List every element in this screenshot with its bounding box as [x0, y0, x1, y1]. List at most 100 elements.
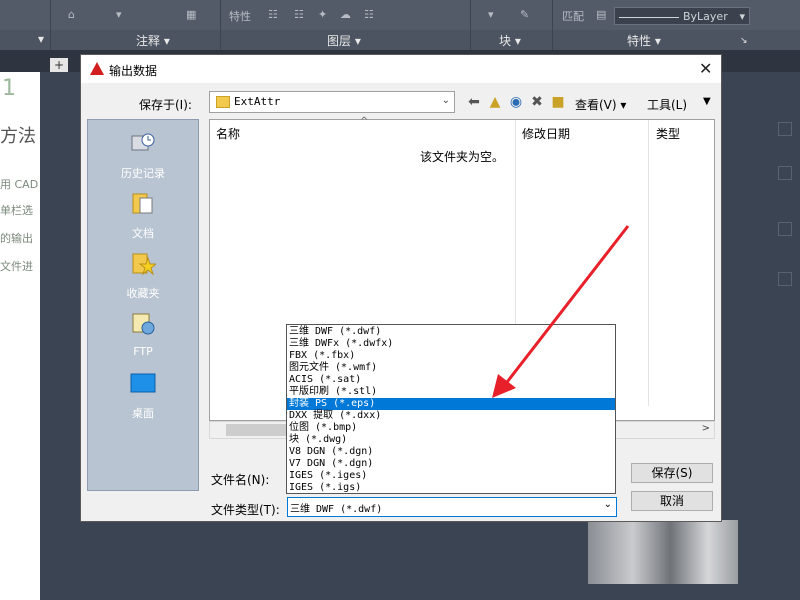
file-type-option[interactable]: 三维 DWFx (*.dwfx) — [287, 338, 615, 350]
place-favorites[interactable]: 收藏夹 — [88, 246, 198, 302]
background-document: 1 方法 用 CAD 单栏选 的输出 文件进 — [0, 72, 40, 600]
panel-mark — [778, 272, 792, 286]
delete-icon[interactable]: ✖ — [528, 93, 546, 111]
back-arrow-icon[interactable]: ⬅ — [465, 93, 483, 111]
panel-divider — [552, 0, 553, 50]
panel-layers[interactable]: 图层 ▾ — [327, 32, 361, 49]
layer-tool-icon[interactable]: ☷ — [268, 8, 278, 21]
folder-icon — [216, 96, 230, 108]
panel-launcher-icon[interactable]: ↘ — [740, 36, 748, 46]
file-type-option[interactable]: 三维 DWF (*.dwf) — [287, 326, 615, 338]
file-type-option[interactable]: V7 DGN (*.dgn) — [287, 458, 615, 470]
ribbon-top-label-0: 特性 — [229, 10, 251, 23]
doc-heading: 1 — [2, 76, 16, 101]
grid-icon[interactable]: ▦ — [186, 8, 196, 21]
file-type-dropdown-list: 三维 DWF (*.dwf) 三维 DWFx (*.dwfx) FBX (*.f… — [286, 324, 616, 494]
file-type-option[interactable]: FBX (*.fbx) — [287, 350, 615, 362]
column-header-type[interactable]: 类型 — [656, 125, 680, 142]
autocad-app-icon — [90, 62, 104, 75]
column-header-modified[interactable]: 修改日期 — [522, 125, 570, 142]
cancel-button[interactable]: 取消 — [631, 491, 713, 511]
close-icon[interactable]: ✕ — [699, 59, 712, 78]
look-in-label: 保存于(I): — [139, 98, 192, 112]
file-type-option[interactable]: V8 DGN (*.dgn) — [287, 446, 615, 458]
file-type-option[interactable]: 平版印刷 (*.stl) — [287, 386, 615, 398]
ribbon-dropdown-icon[interactable]: ▾ — [488, 8, 494, 21]
panel-layers-label: 图层 — [327, 34, 352, 48]
new-tab-button[interactable]: + — [50, 58, 68, 72]
places-bar: 历史记录 文档 收藏夹 FTP 桌面 — [87, 119, 199, 491]
file-type-option[interactable]: IGES (*.iges) — [287, 470, 615, 482]
scroll-right-icon[interactable]: > — [702, 423, 710, 434]
ribbon-top-label-1[interactable]: 匹配 — [562, 8, 584, 24]
right-panel-strip — [772, 72, 800, 600]
doc-line: 的输出 — [0, 232, 33, 245]
file-type-option[interactable]: 图元文件 (*.wmf) — [287, 362, 615, 374]
place-desktop[interactable]: 桌面 — [88, 366, 198, 422]
new-folder-icon[interactable]: ■ — [549, 93, 567, 111]
chevron-down-icon: ⌄ — [441, 95, 450, 106]
save-button[interactable]: 保存(S) — [631, 463, 713, 483]
layer-tool-icon[interactable]: ☷ — [364, 8, 374, 21]
file-type-option[interactable]: 位图 (*.bmp) — [287, 422, 615, 434]
chevron-down-icon: ▾ — [739, 10, 745, 23]
file-type-option[interactable]: 块 (*.dwg) — [287, 434, 615, 446]
block-tool-icon[interactable]: ✎ — [520, 8, 529, 21]
ribbon: ⌂ ▾ ▦ 特性 ☷ ☷ ✦ ☁ ☷ ▾ ✎ 匹配 ▤ ByLayer ▾ ▾ … — [0, 0, 800, 50]
scrollbar-thumb[interactable] — [226, 424, 286, 436]
panel-annotation[interactable]: 注释 ▾ — [136, 32, 170, 49]
column-header-name[interactable]: 名称 — [216, 125, 240, 142]
tools-menu[interactable]: 工具(L) — [647, 96, 687, 113]
doc-line: 用 CAD — [0, 178, 39, 191]
file-type-value: 三维 DWF (*.dwf) — [290, 504, 383, 515]
look-in-value: ExtAttr — [234, 95, 281, 108]
ftp-icon — [132, 313, 155, 335]
file-type-combo[interactable]: 三维 DWF (*.dwf) ⌄ — [287, 497, 617, 517]
search-web-icon[interactable]: ◉ — [507, 93, 525, 111]
linetype-line-icon — [619, 16, 679, 18]
look-in-combo[interactable]: ExtAttr ⌄ — [209, 91, 455, 113]
panel-block-label: 块 — [499, 34, 512, 48]
up-folder-icon[interactable]: ▲ — [486, 93, 504, 111]
layer-tool-icon[interactable]: ☷ — [294, 8, 304, 21]
panel-block[interactable]: 块 ▾ — [499, 32, 521, 49]
panel-divider — [470, 0, 471, 50]
doc-line: 单栏选 — [0, 204, 33, 217]
panel-mark — [778, 166, 792, 180]
panel-properties-label: 特性 — [627, 34, 652, 48]
views-menu[interactable]: 查看(V) ▾ — [575, 96, 626, 113]
file-type-label: 文件类型(T): — [211, 503, 280, 517]
place-label: 桌面 — [132, 407, 154, 420]
chevron-down-icon: ⌄ — [603, 499, 612, 510]
favorites-icon — [132, 253, 158, 276]
properties-grid-icon[interactable]: ▤ — [596, 8, 606, 21]
linetype-combo[interactable]: ByLayer ▾ — [614, 7, 750, 25]
panel-properties[interactable]: 特性 ▾ — [627, 32, 661, 49]
panel-mark — [778, 222, 792, 236]
file-type-option[interactable]: IGES (*.igs) — [287, 482, 615, 494]
place-history[interactable]: 历史记录 — [88, 126, 198, 182]
column-divider[interactable] — [648, 120, 649, 406]
panel-arrow-icon: ▾ — [38, 32, 45, 46]
layer-tool-icon[interactable]: ☁ — [340, 8, 351, 21]
doc-line: 文件进 — [0, 260, 33, 273]
ribbon-dropdown-icon[interactable]: ▾ — [116, 8, 122, 21]
history-icon — [131, 133, 155, 151]
ribbon-tool-icon[interactable]: ⌂ — [68, 8, 75, 21]
layer-tool-icon[interactable]: ✦ — [318, 8, 327, 21]
panel-divider — [50, 0, 51, 50]
place-documents[interactable]: 文档 — [88, 186, 198, 242]
doc-method: 方法 — [0, 126, 36, 147]
place-ftp[interactable]: FTP — [88, 306, 198, 362]
blurred-region — [588, 520, 738, 584]
file-name-label: 文件名(N): — [211, 473, 270, 487]
empty-folder-message: 该文件夹为空。 — [420, 150, 505, 164]
place-label: 历史记录 — [121, 167, 165, 180]
dialog-titlebar[interactable]: 输出数据 ✕ — [81, 55, 721, 83]
ribbon-panel-row: ▾ 注释 ▾ 图层 ▾ 块 ▾ 特性 ▾ ↘ — [0, 30, 800, 50]
chevron-down-icon[interactable]: ▼ — [703, 96, 711, 107]
file-type-option[interactable]: DXX 提取 (*.dxx) — [287, 410, 615, 422]
file-type-option-selected[interactable]: 封装 PS (*.eps) — [287, 398, 615, 410]
panel-annotation-label: 注释 — [136, 34, 161, 48]
file-type-option[interactable]: ACIS (*.sat) — [287, 374, 615, 386]
